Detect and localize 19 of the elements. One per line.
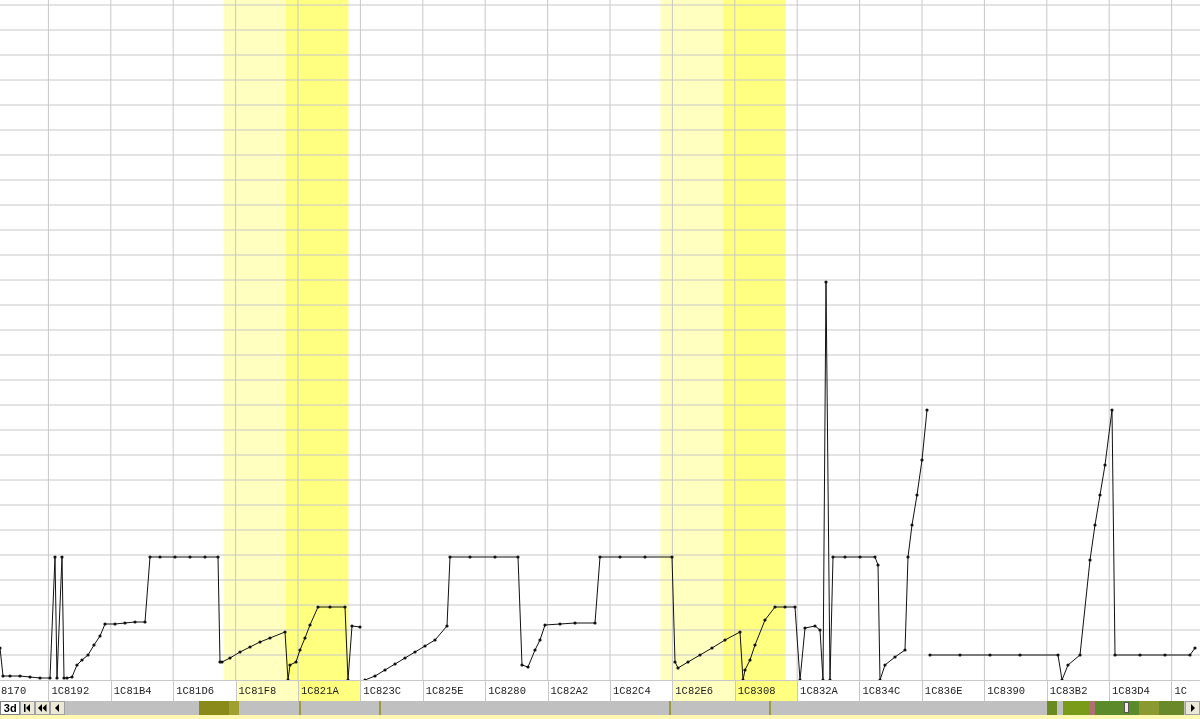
previous-button[interactable] (50, 701, 66, 715)
scrollbar-marker (379, 701, 382, 715)
scrollbar-marker (299, 701, 302, 715)
axis-label: 1C81F8 (235, 681, 298, 701)
first-page-icon (23, 704, 33, 712)
next-button[interactable] (1185, 701, 1200, 715)
rewind-icon (38, 704, 48, 712)
axis-label: 1C8308 (734, 681, 798, 701)
scrollbar-marker (669, 701, 672, 715)
next-icon (1189, 704, 1196, 712)
scrollbar-marker (769, 701, 772, 715)
axis-label: 1C821A (297, 681, 361, 701)
axis-label: 1C82E6 (672, 681, 735, 701)
sheet-tab[interactable]: 3d (0, 701, 21, 715)
scroll-thumb[interactable] (1124, 702, 1130, 713)
rewind-button[interactable] (35, 701, 51, 715)
scrollbar-marker (1159, 701, 1185, 715)
scrollbar-marker (1047, 701, 1058, 715)
first-page-button[interactable] (20, 701, 36, 715)
